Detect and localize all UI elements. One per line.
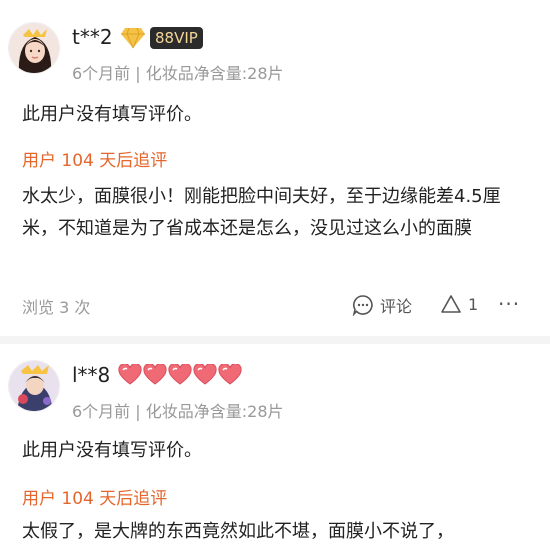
review-separator [0,336,550,344]
username[interactable]: t**2 [72,25,113,49]
heart-icon [218,364,242,385]
comment-label: 评论 [380,297,413,316]
avatar-image [9,361,59,411]
no-review-text: 此用户没有填写评价。 [22,440,202,461]
review-meta: 6个月前 | 化妆品净含量:28片 [72,402,284,421]
avatar[interactable] [8,360,60,412]
like-count: 1 [468,294,479,314]
like-button[interactable]: 1 [440,293,478,315]
avatar[interactable] [8,22,60,74]
review-card: t**2 88VIP 6个月前 | 化妆品净含量:28片 此用户没有填写评价。 … [0,0,550,336]
followup-text: 太假了，是大牌的东西竟然如此不堪，面膜小不说了， [22,521,454,542]
username[interactable]: l**8 [72,363,110,387]
followup-label: 用户 104 天后追评 [22,489,168,509]
heart-icon [143,364,167,385]
review-meta: 6个月前 | 化妆品净含量:28片 [72,64,284,83]
heart-icon [168,364,192,385]
member-level-hearts [118,364,242,386]
like-icon [441,295,461,313]
avatar-image [9,23,59,73]
no-review-text: 此用户没有填写评价。 [22,104,202,125]
comment-icon [352,295,373,316]
diamond-icon [121,27,145,49]
followup-label: 用户 104 天后追评 [22,151,168,171]
heart-icon [193,364,217,385]
comment-button[interactable]: 评论 [352,293,412,317]
followup-text: 水太少，面膜很小！刚能把脸中间夫好，至于边缘能差4.5厘米，不知道是为了省成本还… [22,186,501,239]
vip-badge: 88VIP [150,27,203,49]
more-button[interactable]: ··· [498,292,520,316]
view-count: 浏览 3 次 [22,298,91,317]
heart-icon [118,364,142,385]
review-card: l**8 6个月前 | 化妆品净含量:28片 此用户没有填写评价。 用户 104… [0,344,550,550]
